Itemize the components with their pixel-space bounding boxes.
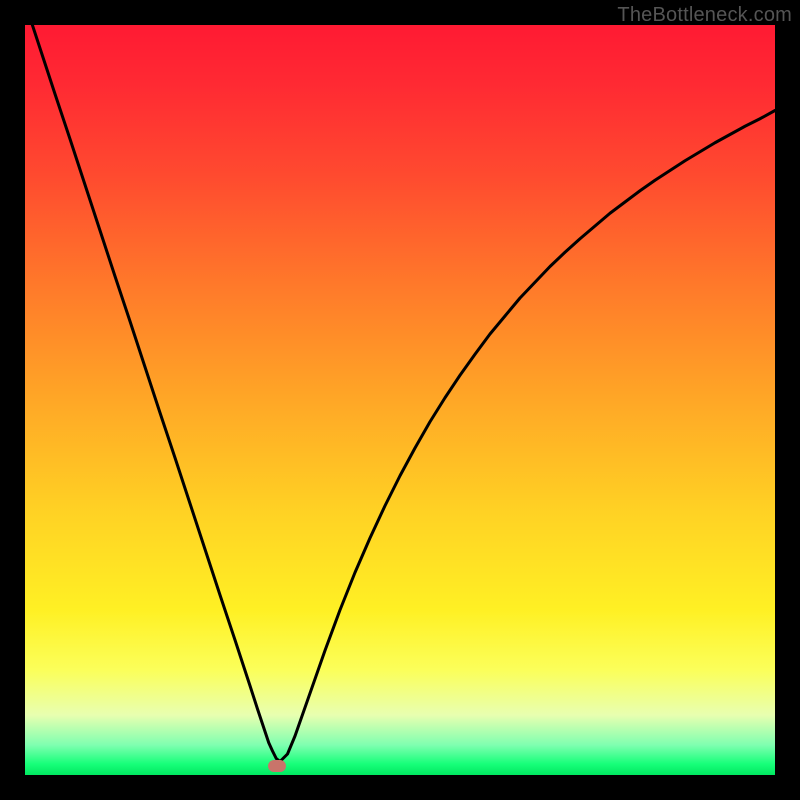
chart-curve [25,25,775,775]
chart-area [25,25,775,775]
curve-path [25,25,775,762]
optimum-marker-icon [268,760,286,772]
watermark-text: TheBottleneck.com [617,4,792,27]
